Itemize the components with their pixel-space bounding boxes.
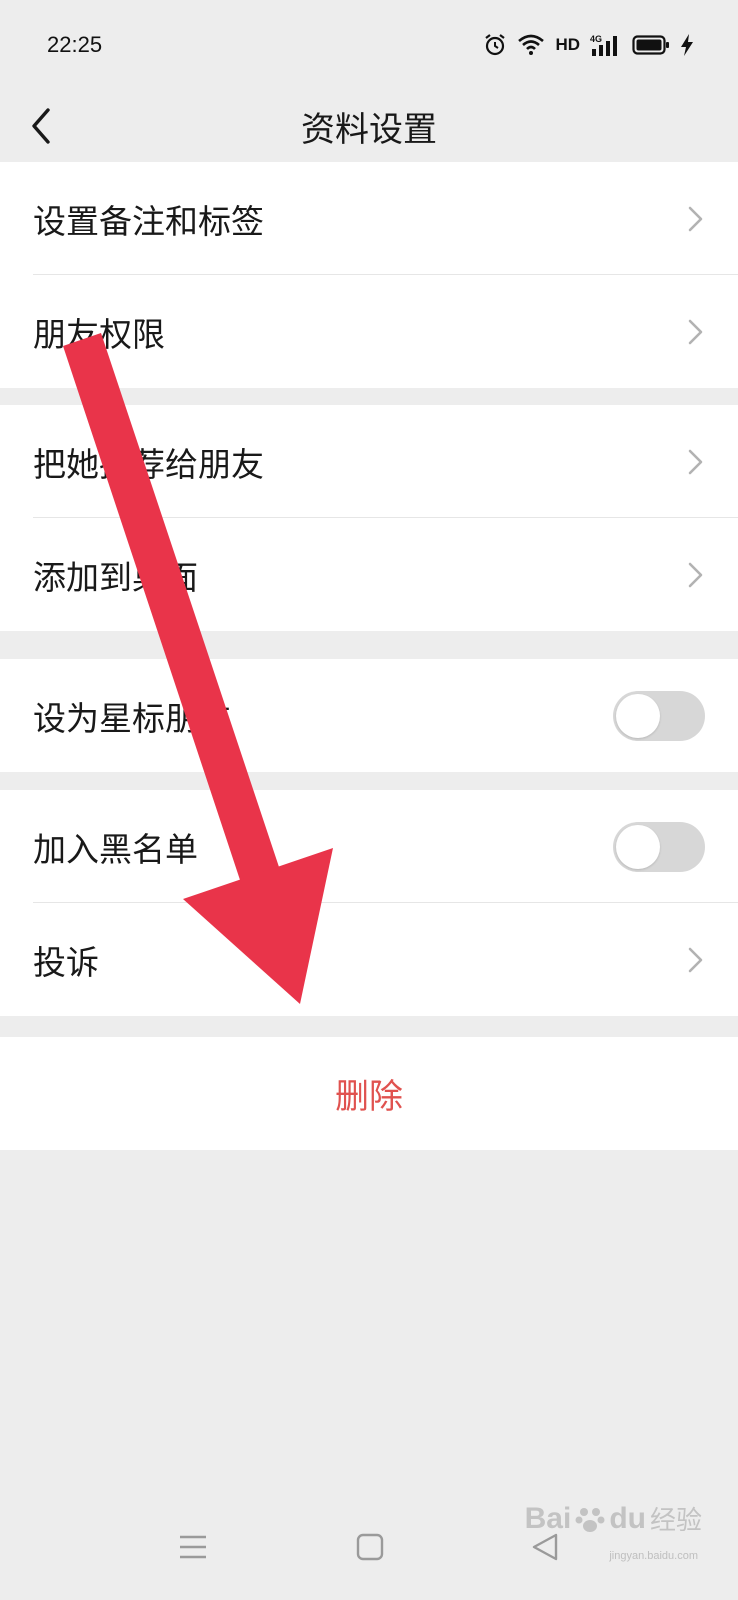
row-complain[interactable]: 投诉 [0, 903, 738, 1016]
row-label: 把她推荐给朋友 [33, 444, 264, 484]
toggle-knob [616, 824, 660, 869]
blacklist-toggle[interactable] [613, 821, 705, 872]
signal-icon: 4G [590, 34, 617, 56]
menu-icon[interactable] [178, 1532, 208, 1562]
watermark-sub: 经验 [649, 1506, 702, 1536]
chevron-right-icon [688, 947, 703, 972]
row-label: 添加到桌面 [33, 557, 198, 597]
back-chevron-icon[interactable] [26, 104, 58, 148]
row-label: 朋友权限 [33, 314, 165, 354]
home-icon[interactable] [355, 1532, 385, 1562]
row-set-remark-tags[interactable]: 设置备注和标签 [0, 162, 738, 275]
chevron-right-icon [688, 562, 703, 587]
status-time: 22:25 [47, 32, 103, 57]
toggle-knob [616, 693, 660, 738]
chevron-right-icon [688, 319, 703, 344]
charging-icon [681, 34, 693, 56]
row-friend-permissions[interactable]: 朋友权限 [0, 275, 738, 388]
nav-bar: 资料设置 [0, 90, 738, 162]
chevron-right-icon [688, 449, 703, 474]
baidu-watermark: Bai du 经验 [525, 1500, 702, 1537]
settings-group-star: 设为星标朋友 [0, 659, 738, 772]
settings-group-block: 加入黑名单 投诉 [0, 790, 738, 1016]
status-icons: HD 4G [483, 33, 694, 57]
row-blacklist: 加入黑名单 [0, 790, 738, 903]
watermark-domain: jingyan.baidu.com [609, 1550, 698, 1562]
row-label: 设为星标朋友 [33, 698, 231, 738]
chevron-right-icon [688, 206, 703, 231]
settings-group-share: 把她推荐给朋友 添加到桌面 [0, 405, 738, 631]
status-bar: 22:25 HD 4G [0, 0, 738, 90]
settings-group-remark: 设置备注和标签 朋友权限 [0, 162, 738, 388]
row-recommend-to-friend[interactable]: 把她推荐给朋友 [0, 405, 738, 518]
delete-label: 删除 [335, 1077, 403, 1117]
alarm-icon [485, 34, 506, 56]
network-type: 4G [590, 34, 602, 44]
row-label: 投诉 [33, 942, 99, 982]
battery-icon [632, 35, 669, 55]
page-title: 资料设置 [301, 109, 437, 150]
row-label: 加入黑名单 [33, 829, 198, 869]
paw-icon [575, 1507, 605, 1532]
hd-indicator: HD [555, 35, 580, 54]
star-friend-toggle[interactable] [613, 690, 705, 741]
delete-button[interactable]: 删除 [0, 1037, 738, 1150]
row-add-to-desktop[interactable]: 添加到桌面 [0, 518, 738, 631]
wifi-icon [518, 34, 545, 55]
row-label: 设置备注和标签 [33, 201, 264, 241]
row-star-friend: 设为星标朋友 [0, 659, 738, 772]
watermark-main: Bai [524, 1501, 572, 1535]
watermark-du: du [609, 1501, 646, 1535]
